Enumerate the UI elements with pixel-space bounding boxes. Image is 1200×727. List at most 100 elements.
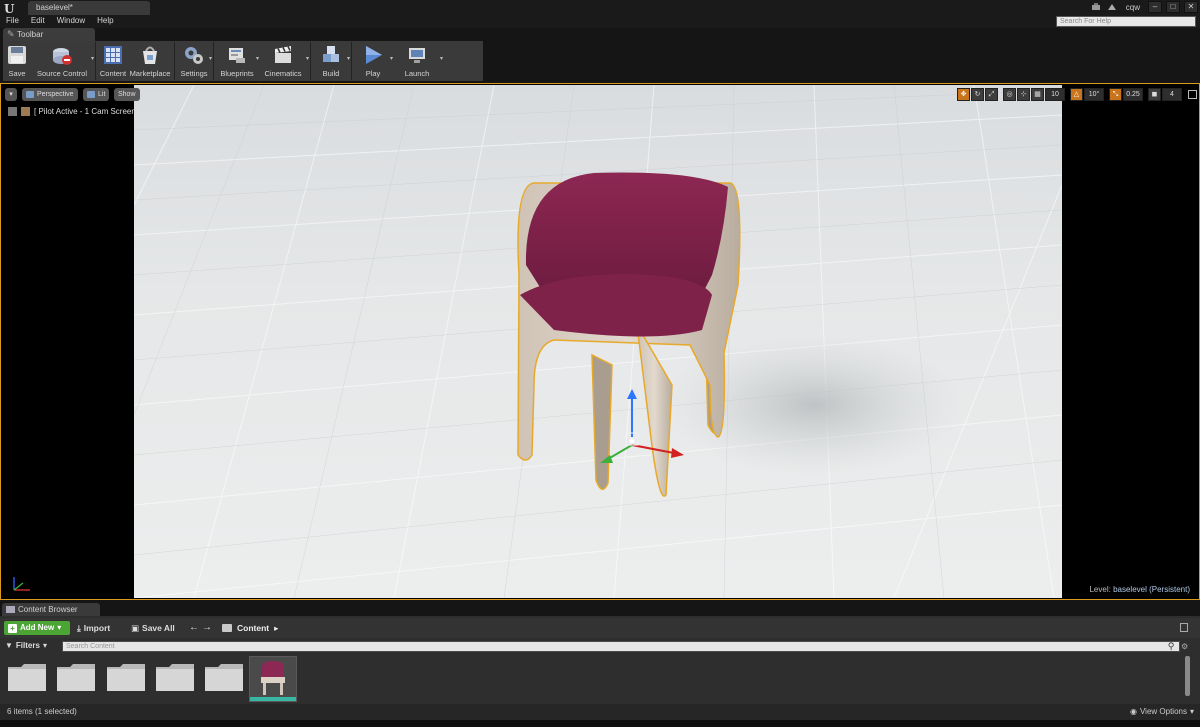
content-button[interactable]: Content	[98, 41, 128, 81]
content-breadcrumb[interactable]: Content ▸	[222, 621, 278, 635]
main-toolbar: Save Source Control ▾ Content Marketplac…	[3, 41, 483, 81]
settings-dropdown-icon[interactable]: ▾	[209, 55, 212, 62]
viewport-options-button[interactable]: ▾	[5, 88, 17, 101]
folder-asset[interactable]	[204, 663, 244, 693]
settings-icon	[185, 47, 203, 64]
lit-button[interactable]: Lit	[83, 88, 110, 101]
menu-file[interactable]: File	[6, 16, 19, 26]
source-control-label: Source Control	[36, 69, 88, 78]
filters-button[interactable]: ▼ Filters ▾	[5, 640, 47, 652]
content-browser-settings-icon[interactable]: ⚙	[1181, 642, 1189, 651]
launch-dropdown-icon[interactable]: ▾	[440, 55, 443, 62]
title-bar	[0, 0, 1200, 28]
menu-edit[interactable]: Edit	[31, 16, 45, 26]
content-browser-status-bar	[0, 704, 1200, 720]
scale-snap-icon[interactable]: ⤡	[1109, 88, 1122, 101]
source-control-dropdown-icon[interactable]: ▾	[91, 55, 94, 62]
user-name[interactable]: cqw	[1122, 3, 1144, 12]
perspective-button[interactable]: Perspective	[22, 88, 78, 101]
blueprints-button[interactable]: Blueprints ▾	[216, 41, 259, 81]
chevron-down-icon: ▾	[1189, 707, 1194, 716]
lock-icon[interactable]	[1180, 623, 1188, 632]
view-options-button[interactable]: ◉ View Options ▾	[1130, 707, 1194, 716]
content-browser-tab[interactable]: Content Browser	[2, 603, 100, 616]
folder-asset[interactable]	[106, 663, 146, 693]
toolbar-separator	[95, 42, 96, 80]
source-control-button[interactable]: Source Control ▾	[31, 41, 94, 81]
unreal-logo-icon[interactable]: U	[4, 2, 18, 16]
close-button[interactable]: ✕	[1184, 1, 1198, 13]
content-browser-icon	[6, 606, 15, 613]
play-button[interactable]: Play ▾	[354, 41, 393, 81]
camera-speed-icon[interactable]: ◼	[1148, 88, 1161, 101]
source-control-status-icon[interactable]	[1106, 1, 1118, 13]
cinematics-label: Cinematics	[264, 69, 302, 78]
search-help-input[interactable]: Search For Help	[1056, 16, 1196, 27]
folder-asset[interactable]	[7, 663, 47, 693]
show-button[interactable]: Show	[114, 88, 140, 101]
eject-icon[interactable]	[8, 107, 17, 116]
menu-window[interactable]: Window	[57, 16, 85, 26]
level-value: baselevel (Persistent)	[1113, 585, 1190, 594]
menu-bar: File Edit Window Help	[6, 16, 114, 26]
search-icon[interactable]: ⚲	[1165, 641, 1177, 652]
toolbar-tab-label: Toolbar	[17, 30, 44, 39]
toolbar-tab[interactable]: ✎ Toolbar	[3, 28, 95, 41]
chair-mesh-asset[interactable]	[249, 656, 297, 702]
rotation-snap-value[interactable]: 10°	[1084, 88, 1104, 101]
history-forward-icon[interactable]: →	[202, 621, 212, 635]
save-all-button[interactable]: ▣ Save All	[131, 621, 175, 635]
search-content-input[interactable]: Search Content	[62, 641, 1180, 652]
history-back-icon[interactable]: ←	[189, 621, 199, 635]
build-button[interactable]: Build ▾	[313, 41, 350, 81]
toolbar-separator	[351, 42, 352, 80]
marketplace-label: Marketplace	[129, 69, 171, 78]
cinematics-button[interactable]: Cinematics ▾	[258, 41, 309, 81]
show-label: Show	[118, 91, 136, 98]
chevron-down-icon: ▾	[42, 641, 47, 650]
viewport-right-letterbox	[1062, 84, 1199, 599]
blueprints-label: Blueprints	[220, 69, 254, 78]
save-all-icon: ▣	[131, 623, 140, 633]
rotate-mode-icon[interactable]: ↻	[971, 88, 984, 101]
level-tab[interactable]: baselevel*	[28, 1, 150, 15]
maximize-viewport-icon[interactable]	[1188, 90, 1197, 99]
marketplace-button[interactable]: Marketplace	[128, 41, 172, 81]
filters-label: Filters	[15, 641, 40, 650]
launch-button[interactable]: Launch ▾	[392, 41, 443, 81]
settings-button[interactable]: Settings ▾	[177, 41, 212, 81]
cinematics-icon	[275, 46, 291, 63]
pilot-camera-icon	[21, 107, 30, 116]
cinematics-dropdown-icon[interactable]: ▾	[306, 55, 309, 62]
breadcrumb-content[interactable]: Content	[237, 623, 269, 633]
viewport-transform-tools: ✥ ↻ ⤢ ◎ ⊹ ▦ 10 △ 10° ⤡ 0.25 ◼ 4	[957, 88, 1182, 101]
toolbar-separator	[213, 42, 214, 80]
maximize-button[interactable]: □	[1166, 1, 1180, 13]
asset-scrollbar[interactable]	[1185, 656, 1190, 696]
chevron-right-icon[interactable]: ▸	[274, 623, 278, 634]
rotation-snap-icon[interactable]: △	[1070, 88, 1083, 101]
folder-asset[interactable]	[56, 663, 96, 693]
translate-mode-icon[interactable]: ✥	[957, 88, 970, 101]
menu-help[interactable]: Help	[97, 16, 113, 26]
minimize-button[interactable]: –	[1148, 1, 1162, 13]
notification-icon[interactable]	[1090, 1, 1102, 13]
toolbar-separator	[174, 42, 175, 80]
build-dropdown-icon[interactable]: ▾	[347, 55, 350, 62]
coordinate-space-icon[interactable]: ◎	[1003, 88, 1016, 101]
surface-snap-icon[interactable]: ⊹	[1017, 88, 1030, 101]
marketplace-icon	[143, 46, 157, 64]
save-button[interactable]: Save	[3, 41, 31, 81]
grid-snap-value[interactable]: 10	[1045, 88, 1065, 101]
grid-snap-icon[interactable]: ▦	[1031, 88, 1044, 101]
items-count-label: 6 items (1 selected)	[7, 707, 77, 716]
folder-asset[interactable]	[155, 663, 195, 693]
viewport-scene[interactable]	[134, 85, 1062, 598]
add-new-button[interactable]: + Add New ▾	[4, 621, 70, 635]
camera-speed-value[interactable]: 4	[1162, 88, 1182, 101]
scale-snap-value[interactable]: 0.25	[1123, 88, 1143, 101]
chair-thumbnail-icon	[250, 657, 296, 701]
add-new-label: Add New	[20, 623, 55, 632]
import-button[interactable]: ⤓ Import	[77, 621, 110, 635]
scale-mode-icon[interactable]: ⤢	[985, 88, 998, 101]
